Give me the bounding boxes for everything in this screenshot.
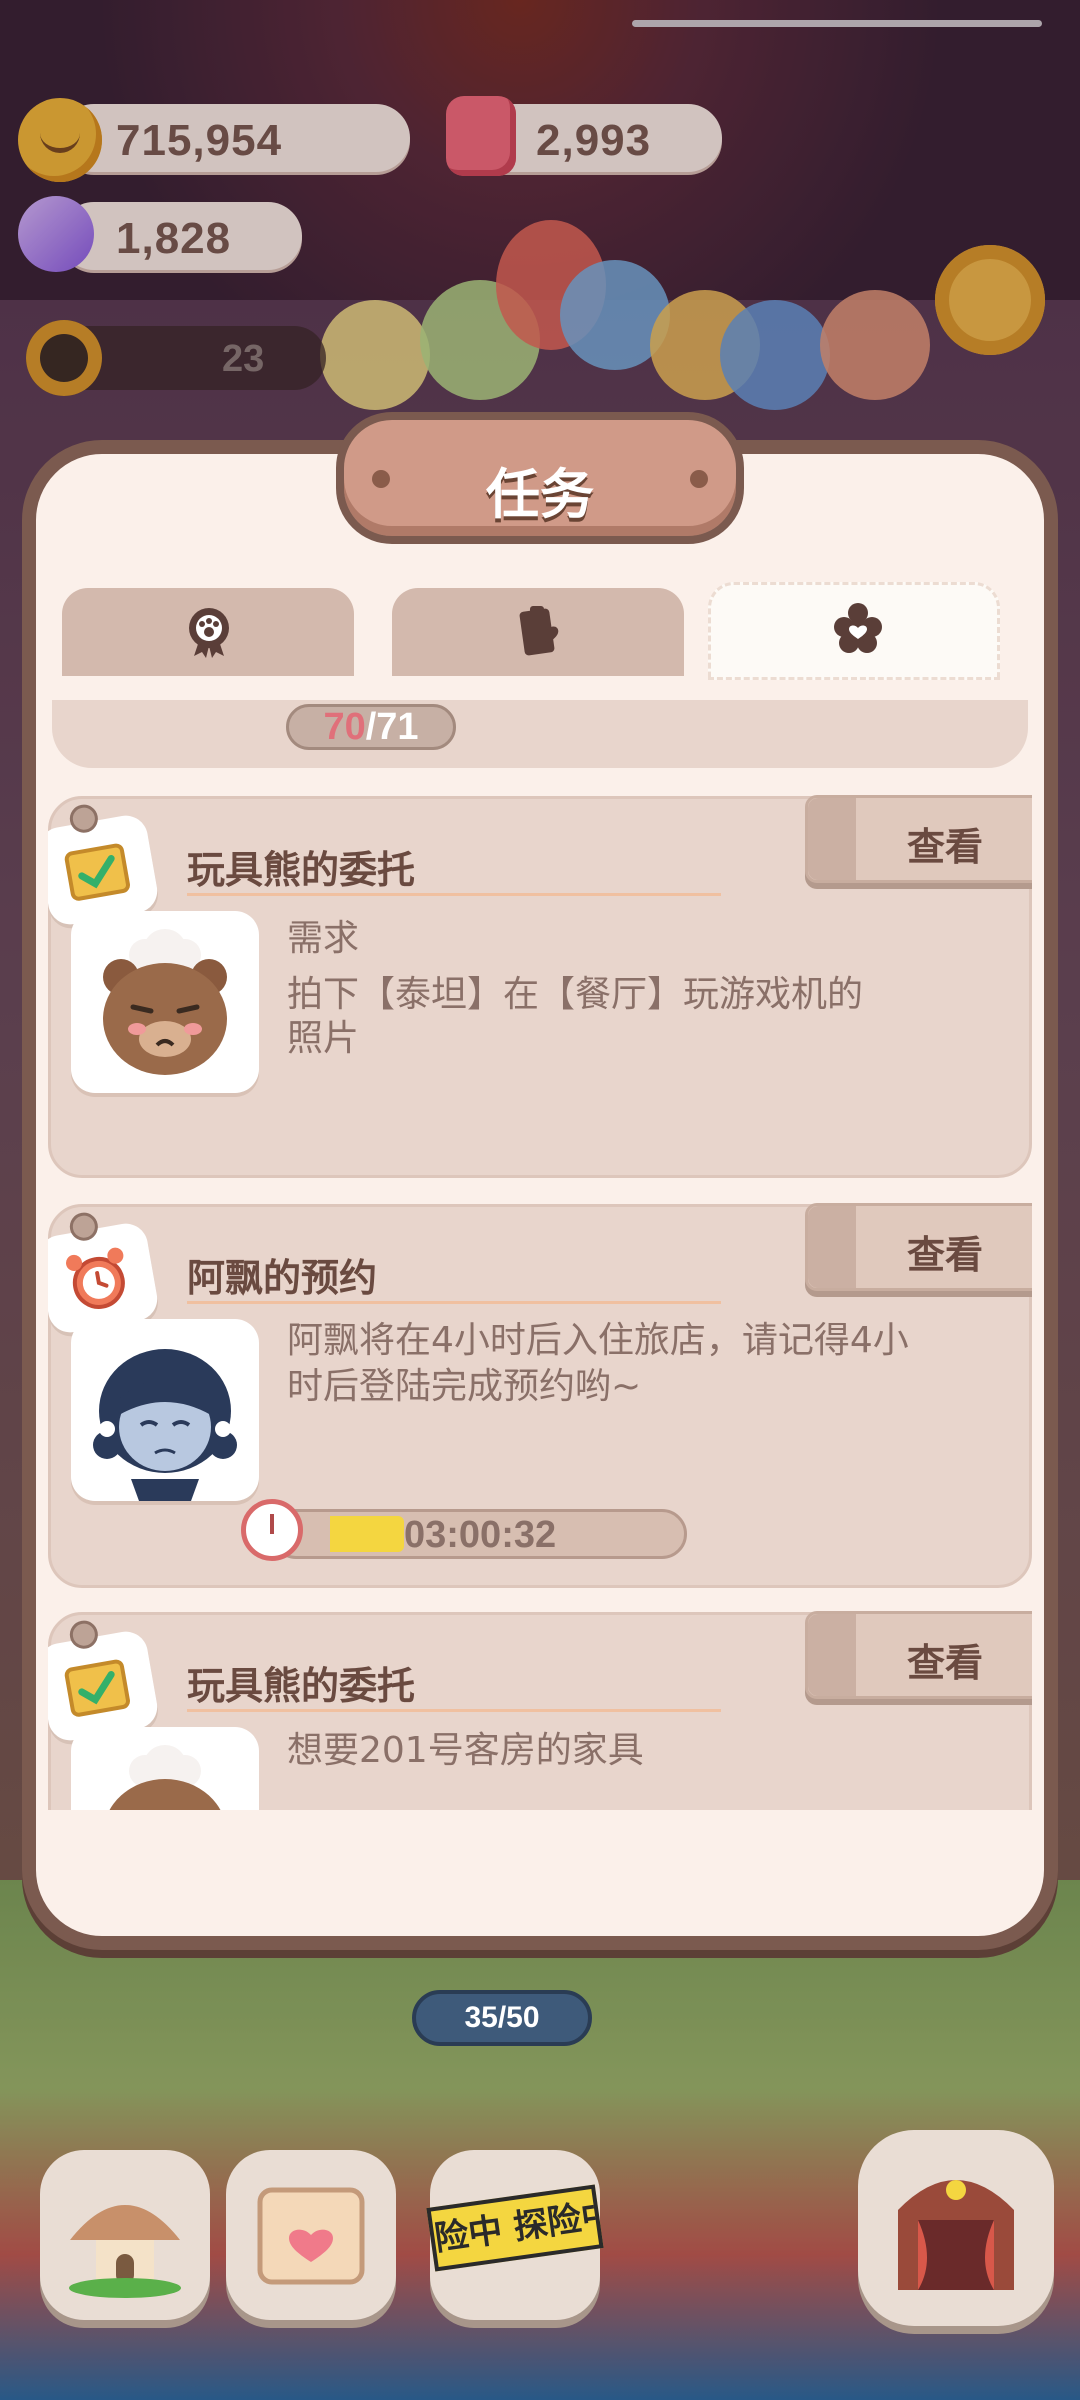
- diary-button[interactable]: [226, 2150, 396, 2320]
- tab-appointments[interactable]: [708, 582, 1000, 680]
- task-title: 玩具熊的委托: [187, 848, 416, 892]
- dialog-title: 任务: [486, 463, 594, 526]
- task-list[interactable]: 70/71 玩具熊的委托 查看 需求 拍下【泰坦】在【餐厅】玩游戏机的 照片 阿…: [48, 700, 1032, 1810]
- check-note-icon: [64, 1659, 130, 1717]
- capacity-badge: 35/50: [412, 1990, 592, 2046]
- task-card[interactable]: 玩具熊的委托 查看 需求 拍下【泰坦】在【餐厅】玩游戏机的 照片: [48, 795, 1032, 1178]
- task-description: 想要201号客房的家具: [287, 1730, 644, 1771]
- task-title: 玩具熊的委托: [187, 1664, 416, 1708]
- view-button[interactable]: 查看: [805, 1611, 1032, 1699]
- progress-card: 70/71: [52, 700, 1028, 768]
- teddy-bear-avatar: [71, 911, 259, 1093]
- view-button-label: 查看: [906, 825, 983, 869]
- countdown-bar: 03:00:32: [271, 1509, 687, 1559]
- teddy-bear-avatar: [71, 1727, 259, 1810]
- progress-counter: 70/71: [286, 704, 456, 750]
- view-button-label: 查看: [906, 1641, 983, 1685]
- title-underline: [187, 1301, 721, 1304]
- tab-commissions[interactable]: [392, 588, 684, 676]
- task-card[interactable]: 玩具熊的委托 查看 想要201号客房的家具: [48, 1611, 1032, 1810]
- task-requirement-label: 需求: [287, 918, 360, 959]
- stopwatch-icon: [241, 1499, 303, 1561]
- tab-achievements[interactable]: [62, 588, 354, 676]
- clipboard-heart-icon: [519, 606, 559, 656]
- theater-icon: [898, 2180, 1014, 2290]
- task-description: 阿飘将在4小时后入住旅店，请记得4小: [287, 1320, 909, 1361]
- title-underline: [187, 1709, 721, 1712]
- view-button-label: 查看: [906, 1233, 983, 1277]
- title-underline: [187, 893, 721, 896]
- house-button[interactable]: [40, 2150, 210, 2320]
- countdown-text: 03:00:32: [404, 1514, 557, 1556]
- task-card[interactable]: 阿飘的预约 查看 阿飘将在4小时后入住旅店，请记得4小 时后登陆完成预约哟~ 0…: [48, 1203, 1032, 1588]
- paw-medal-icon: [189, 608, 229, 658]
- mushroom-house-icon: [69, 2205, 181, 2298]
- theater-button[interactable]: [858, 2130, 1054, 2326]
- check-note-icon: [64, 843, 130, 901]
- task-description-cont: 照片: [287, 1018, 360, 1059]
- view-button[interactable]: 查看: [805, 1203, 1032, 1291]
- dialog-title-plate: 任务: [336, 412, 744, 544]
- calendar-heart-icon: [257, 2187, 365, 2285]
- flower-heart-icon: [834, 603, 882, 653]
- view-button[interactable]: 查看: [805, 795, 1032, 883]
- alarm-clock-icon: [66, 1247, 125, 1309]
- task-description-cont: 时后登陆完成预约哟~: [287, 1366, 642, 1407]
- task-title: 阿飘的预约: [187, 1256, 378, 1300]
- ghost-girl-avatar: [71, 1319, 259, 1501]
- countdown-fill: [330, 1516, 404, 1552]
- task-description: 拍下【泰坦】在【餐厅】玩游戏机的: [287, 974, 864, 1015]
